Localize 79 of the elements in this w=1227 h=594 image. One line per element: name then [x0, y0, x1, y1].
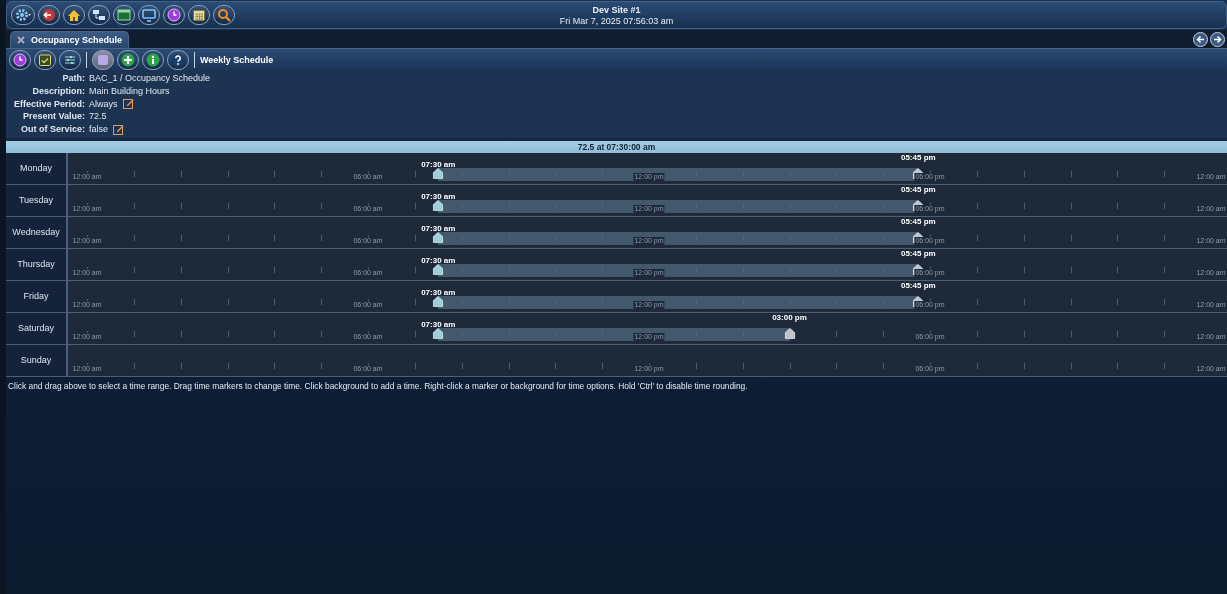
start-time-marker[interactable]	[432, 328, 444, 339]
window-icon	[116, 7, 132, 23]
start-time-marker[interactable]	[432, 264, 444, 275]
day-label: Saturday	[6, 313, 68, 344]
right-arrow-icon	[1213, 34, 1222, 44]
tree-icon	[91, 7, 107, 23]
close-icon[interactable]	[17, 36, 25, 44]
day-label: Monday	[6, 153, 68, 184]
calendar-button[interactable]	[34, 49, 56, 70]
tree-button[interactable]	[88, 5, 110, 25]
end-time-marker[interactable]	[784, 328, 795, 339]
day-label: Wednesday	[6, 217, 68, 248]
property-value: Main Building Hours	[89, 84, 170, 98]
calendar-button[interactable]	[188, 5, 210, 25]
day-label: Friday	[6, 281, 68, 312]
calendar-icon	[191, 7, 207, 23]
plus-icon	[120, 51, 136, 68]
start-time-label: 07:30 am	[421, 192, 456, 201]
help-icon	[170, 51, 186, 68]
start-time-label: 07:30 am	[421, 256, 456, 265]
start-time-marker[interactable]	[432, 168, 444, 179]
start-time-marker[interactable]	[432, 200, 444, 211]
end-time-label: 03:00 pm	[772, 313, 807, 322]
start-time-label: 07:30 am	[421, 288, 456, 297]
property-label: Path:	[61, 72, 85, 85]
window-button[interactable]	[113, 5, 135, 25]
date-time: Fri Mar 7, 2025 07:56:03 am	[559, 16, 674, 27]
settings-button[interactable]	[11, 5, 35, 25]
end-time-label: 05:45 pm	[900, 281, 936, 290]
toolbar-title: Weekly Schedule	[200, 54, 274, 65]
back-button[interactable]	[1193, 31, 1208, 47]
start-time-label: 07:30 am	[421, 320, 456, 329]
search-icon	[216, 7, 232, 23]
start-time-label: 07:30 am	[421, 160, 456, 169]
property-value: false	[89, 123, 108, 136]
site-title: Dev Site #1	[592, 5, 641, 16]
current-value-header: 72.5 at 07:30:00 am	[6, 141, 1227, 153]
gear-icon	[14, 7, 32, 23]
edit-icon[interactable]	[122, 98, 134, 110]
logout-button[interactable]	[38, 5, 60, 25]
clock-button[interactable]	[163, 5, 185, 25]
day-label: Tuesday	[6, 185, 68, 216]
property-value: BAC_1 / Occupancy Schedule	[89, 72, 211, 85]
search-button[interactable]	[213, 5, 235, 25]
info-icon	[145, 51, 161, 68]
forward-button[interactable]	[1210, 31, 1225, 47]
calendar-check-icon	[37, 51, 53, 68]
end-time-label: 05:45 pm	[900, 217, 936, 226]
property-label: Description:	[31, 84, 85, 98]
start-time-marker[interactable]	[432, 232, 444, 243]
day-label: Sunday	[6, 345, 68, 376]
edit-icon[interactable]	[113, 124, 124, 136]
property-label: Out of Service:	[20, 123, 85, 136]
add-button[interactable]	[117, 49, 139, 70]
start-time-marker[interactable]	[432, 296, 444, 307]
help-button[interactable]	[167, 49, 189, 70]
home-icon	[66, 7, 82, 23]
property-label: Effective Period:	[12, 97, 85, 111]
property-label: Present Value:	[21, 110, 85, 124]
day-label: Thursday	[6, 249, 68, 280]
exit-icon	[41, 7, 57, 23]
clock-icon	[12, 51, 28, 68]
clock-icon	[166, 7, 182, 23]
start-time-label: 07:30 am	[421, 224, 456, 233]
instructions-text: Click and drag above to select a time range. Drag time markers to change time. Click background to add a time. Right-click a marker or background for time options. Hold 'Ctrl' to disable time rounding.	[7, 380, 749, 393]
end-time-label: 05:45 pm	[900, 153, 936, 162]
left-arrow-icon	[1196, 34, 1205, 44]
tab[interactable]: Occupancy Schedule	[10, 31, 130, 48]
end-time-label: 05:45 pm	[900, 249, 936, 258]
info-button[interactable]	[142, 49, 164, 70]
property-value: Always	[89, 97, 118, 111]
settings-button[interactable]	[59, 49, 81, 70]
end-time-label: 05:45 pm	[900, 185, 936, 194]
clock-button[interactable]	[9, 49, 31, 70]
monitor-button[interactable]	[138, 5, 160, 25]
monitor-icon	[141, 7, 157, 23]
property-value: 72.5	[89, 110, 107, 124]
time-range-bar[interactable]	[438, 328, 790, 341]
home-button[interactable]	[63, 5, 85, 25]
